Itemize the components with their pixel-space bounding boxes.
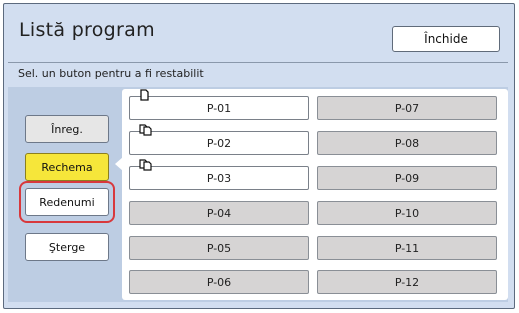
program-label: P-02 [206, 136, 232, 150]
program-label: P-06 [206, 275, 232, 289]
title-divider [8, 62, 508, 63]
register-button[interactable]: Înreg. [25, 115, 109, 143]
multi-document-icon [139, 159, 152, 171]
program-button-p04[interactable]: P-04 [129, 201, 309, 225]
program-label: P-11 [394, 241, 420, 255]
selection-pointer [115, 157, 123, 171]
program-button-p08[interactable]: P-08 [317, 131, 497, 155]
program-label: P-03 [206, 171, 232, 185]
recall-button[interactable]: Rechema [25, 153, 109, 181]
program-label: P-10 [394, 206, 420, 220]
close-button[interactable]: Închide [392, 26, 500, 52]
multi-document-icon [139, 124, 152, 136]
delete-button[interactable]: Şterge [25, 233, 109, 261]
program-button-p06[interactable]: P-06 [129, 270, 309, 294]
program-label: P-12 [394, 275, 420, 289]
program-list-area [122, 89, 508, 300]
program-button-p09[interactable]: P-09 [317, 166, 497, 190]
program-label: P-05 [206, 241, 232, 255]
program-label: P-09 [394, 171, 420, 185]
instruction-text: Sel. un buton pentru a fi restabilit [18, 67, 204, 80]
dialog-title: Listă program [19, 19, 155, 41]
program-button-p10[interactable]: P-10 [317, 201, 497, 225]
program-button-p05[interactable]: P-05 [129, 236, 309, 260]
program-label: P-08 [394, 136, 420, 150]
program-label: P-01 [206, 101, 232, 115]
program-button-p03[interactable]: P-03 [129, 159, 309, 190]
program-button-p11[interactable]: P-11 [317, 236, 497, 260]
rename-button[interactable]: Redenumi [25, 188, 109, 216]
program-button-p07[interactable]: P-07 [317, 96, 497, 120]
program-button-p01[interactable]: P-01 [129, 89, 309, 120]
program-label: P-04 [206, 206, 232, 220]
single-document-icon [140, 89, 149, 101]
program-label: P-07 [394, 101, 420, 115]
program-button-p12[interactable]: P-12 [317, 270, 497, 294]
program-button-p02[interactable]: P-02 [129, 124, 309, 155]
